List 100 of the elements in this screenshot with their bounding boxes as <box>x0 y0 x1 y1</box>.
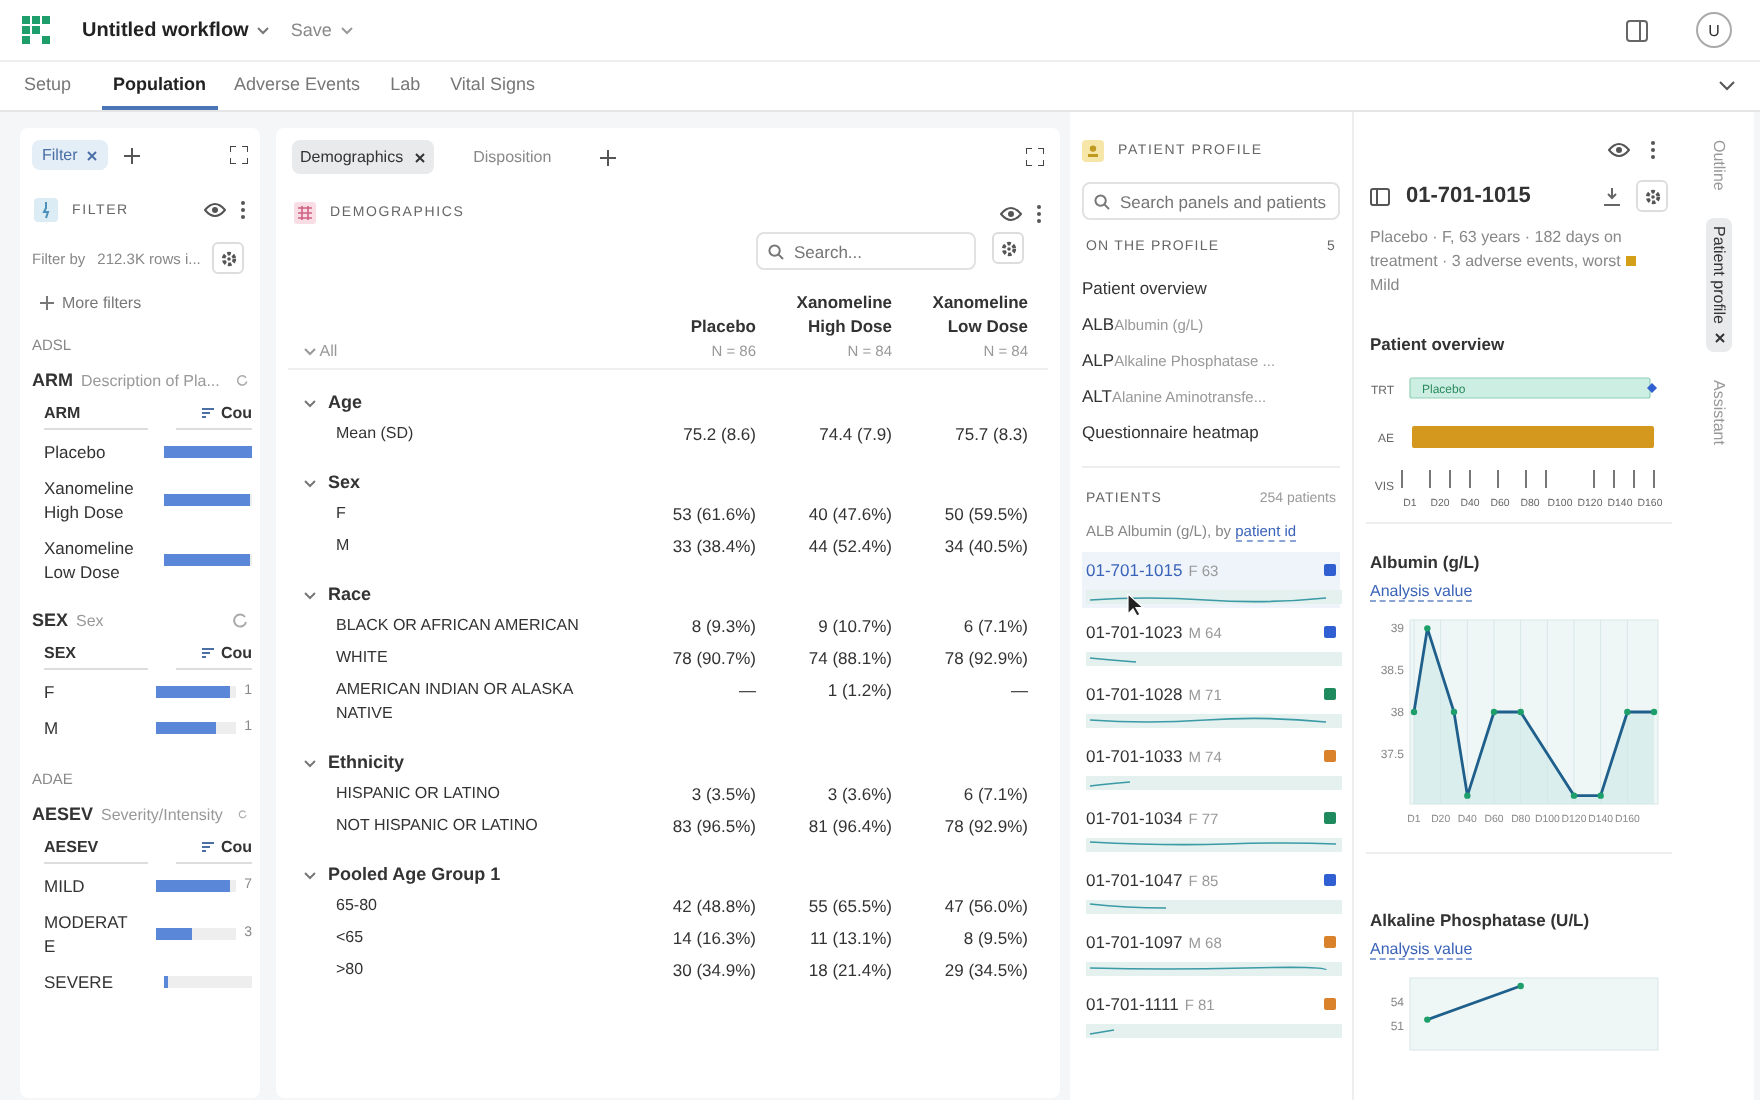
close-icon[interactable] <box>1713 332 1725 345</box>
more-icon[interactable] <box>1036 203 1042 223</box>
section-toggle[interactable]: Sex <box>304 466 1028 498</box>
table-cell-text: 53 (61.6%) <box>670 502 756 526</box>
filter-description: Description of Pla... <box>81 371 220 389</box>
category-label[interactable]: MILD <box>44 874 128 898</box>
column-header: Placebo <box>688 314 756 338</box>
add-icon[interactable] <box>123 147 140 163</box>
data-point <box>1597 792 1604 799</box>
gear-icon <box>219 249 238 267</box>
more-icon[interactable] <box>240 200 246 220</box>
column-header: Cou <box>220 404 252 422</box>
more-filters-button[interactable]: More filters <box>28 278 154 324</box>
nav-tab[interactable]: Vital Signs <box>450 62 549 110</box>
collapse-icon[interactable] <box>1718 80 1736 92</box>
analysis-value-link[interactable]: Analysis value <box>1370 940 1473 960</box>
category-label[interactable]: F <box>44 680 128 704</box>
more-icon[interactable] <box>1650 140 1656 160</box>
gear-icon <box>1643 187 1661 205</box>
category-label[interactable]: Placebo <box>44 440 136 464</box>
patient-summary: Placebo · F, 63 years · 182 days on treatment · 3 adverse events, worst Mild <box>1370 226 1668 298</box>
category-label[interactable]: SEVERE <box>44 970 136 994</box>
table-cell-text: 34 (40.5%) <box>942 534 1028 558</box>
column-header: Xanomeline High Dose <box>794 290 892 338</box>
side-tab[interactable]: Patient profile <box>1706 218 1732 353</box>
data-line <box>1426 984 1522 1021</box>
panel-tab[interactable]: Filter <box>32 140 108 170</box>
row-label: M <box>334 534 352 558</box>
sort-icon[interactable] <box>202 408 215 418</box>
column-header: SEX <box>44 644 148 670</box>
category-label[interactable]: Xanomeline Low Dose <box>44 536 136 584</box>
section-toggle[interactable]: Race <box>304 578 1028 610</box>
settings-button[interactable] <box>212 242 245 274</box>
filter-name: AESEV <box>32 804 94 824</box>
nav-tab[interactable]: Lab <box>390 62 435 110</box>
chevron-icon <box>304 759 316 768</box>
chevron-icon <box>304 399 316 408</box>
table-cell-text: 11 (13.1%) <box>808 926 892 950</box>
table-cell-text: 8 (9.3%) <box>689 614 756 638</box>
profile-panel-item[interactable]: Patient overview <box>1082 270 1340 306</box>
sort-icon[interactable] <box>202 842 215 852</box>
search-field[interactable]: Search panels and patients <box>1082 182 1340 220</box>
row-label: 65-80 <box>334 894 379 918</box>
nav-tab[interactable]: Adverse Events <box>234 62 375 110</box>
column-header: AESEV <box>44 838 148 864</box>
data-point <box>1517 982 1524 990</box>
download-icon[interactable] <box>1604 187 1620 205</box>
chevron-icon <box>256 25 271 35</box>
table-cell-text: 50 (59.5%) <box>942 502 1028 526</box>
table-cell-text: 42 (48.8%) <box>670 894 756 918</box>
filter-icon <box>34 198 58 222</box>
eye-icon[interactable] <box>1000 205 1022 221</box>
table-cell-text: 6 (7.1%) <box>961 782 1028 806</box>
sort-icon[interactable] <box>202 648 215 658</box>
section-toggle[interactable]: Pooled Age Group 1 <box>304 858 1028 890</box>
row-label: AMERICAN INDIAN OR ALASKA NATIVE <box>334 678 576 726</box>
category-label[interactable]: M <box>44 716 128 740</box>
panel-icon[interactable] <box>1370 187 1390 205</box>
nav-tab[interactable]: Setup <box>24 62 86 110</box>
eye-icon[interactable] <box>204 202 226 218</box>
filter-description: Sex <box>76 611 104 629</box>
table-cell-text: 40 (47.6%) <box>806 502 892 526</box>
user-avatar[interactable]: U <box>1696 12 1732 48</box>
table-cell-text: 78 (92.9%) <box>942 646 1028 670</box>
workflow-title[interactable]: Untitled workflow <box>82 19 271 41</box>
cursor-icon <box>1126 592 1144 618</box>
chart-title: Patient overview <box>1368 332 1507 358</box>
analysis-value-link[interactable]: Analysis value <box>1370 582 1473 602</box>
category-label[interactable]: Xanomeline High Dose <box>44 476 136 524</box>
table-cell-text: 29 (34.5%) <box>942 958 1028 982</box>
table-icon <box>294 202 316 224</box>
table-cell-text: 3 (3.6%) <box>825 782 892 806</box>
section-toggle[interactable]: Age <box>304 386 1028 418</box>
eye-icon[interactable] <box>1608 142 1630 158</box>
view-tab[interactable]: Demographics <box>292 140 434 174</box>
table-cell-text: 83 (96.5%) <box>670 814 756 838</box>
chart-title: Albumin (g/L) <box>1368 550 1482 576</box>
column-header: ARM <box>44 404 148 430</box>
profile-icon <box>1082 140 1104 162</box>
profile-panel-item[interactable]: Questionnaire heatmap <box>1082 414 1340 450</box>
add-icon[interactable] <box>599 149 616 165</box>
chevron-icon <box>304 479 316 488</box>
search-field[interactable]: Search... <box>756 232 976 270</box>
data-point <box>1570 792 1578 799</box>
close-icon[interactable] <box>413 151 426 163</box>
row-label: NOT HISPANIC OR LATINO <box>334 814 540 838</box>
category-label[interactable]: MODERATE <box>44 910 128 958</box>
view-tab[interactable]: Disposition <box>465 140 560 174</box>
settings-button[interactable] <box>992 232 1024 264</box>
expand-icon[interactable] <box>1026 148 1044 166</box>
expand-icon[interactable] <box>230 146 248 164</box>
save-button[interactable]: Save <box>290 20 354 40</box>
data-point <box>1424 1016 1431 1023</box>
filter-name: ARM <box>32 370 73 390</box>
sidebar-toggle-icon[interactable] <box>1626 19 1648 41</box>
table-cell-text: — <box>1009 678 1028 702</box>
section-toggle[interactable]: Ethnicity <box>304 746 1028 778</box>
settings-button[interactable] <box>1636 180 1668 212</box>
table-cell-text: 74.4 (7.9) <box>817 422 892 446</box>
row-label: Mean (SD) <box>334 422 416 446</box>
